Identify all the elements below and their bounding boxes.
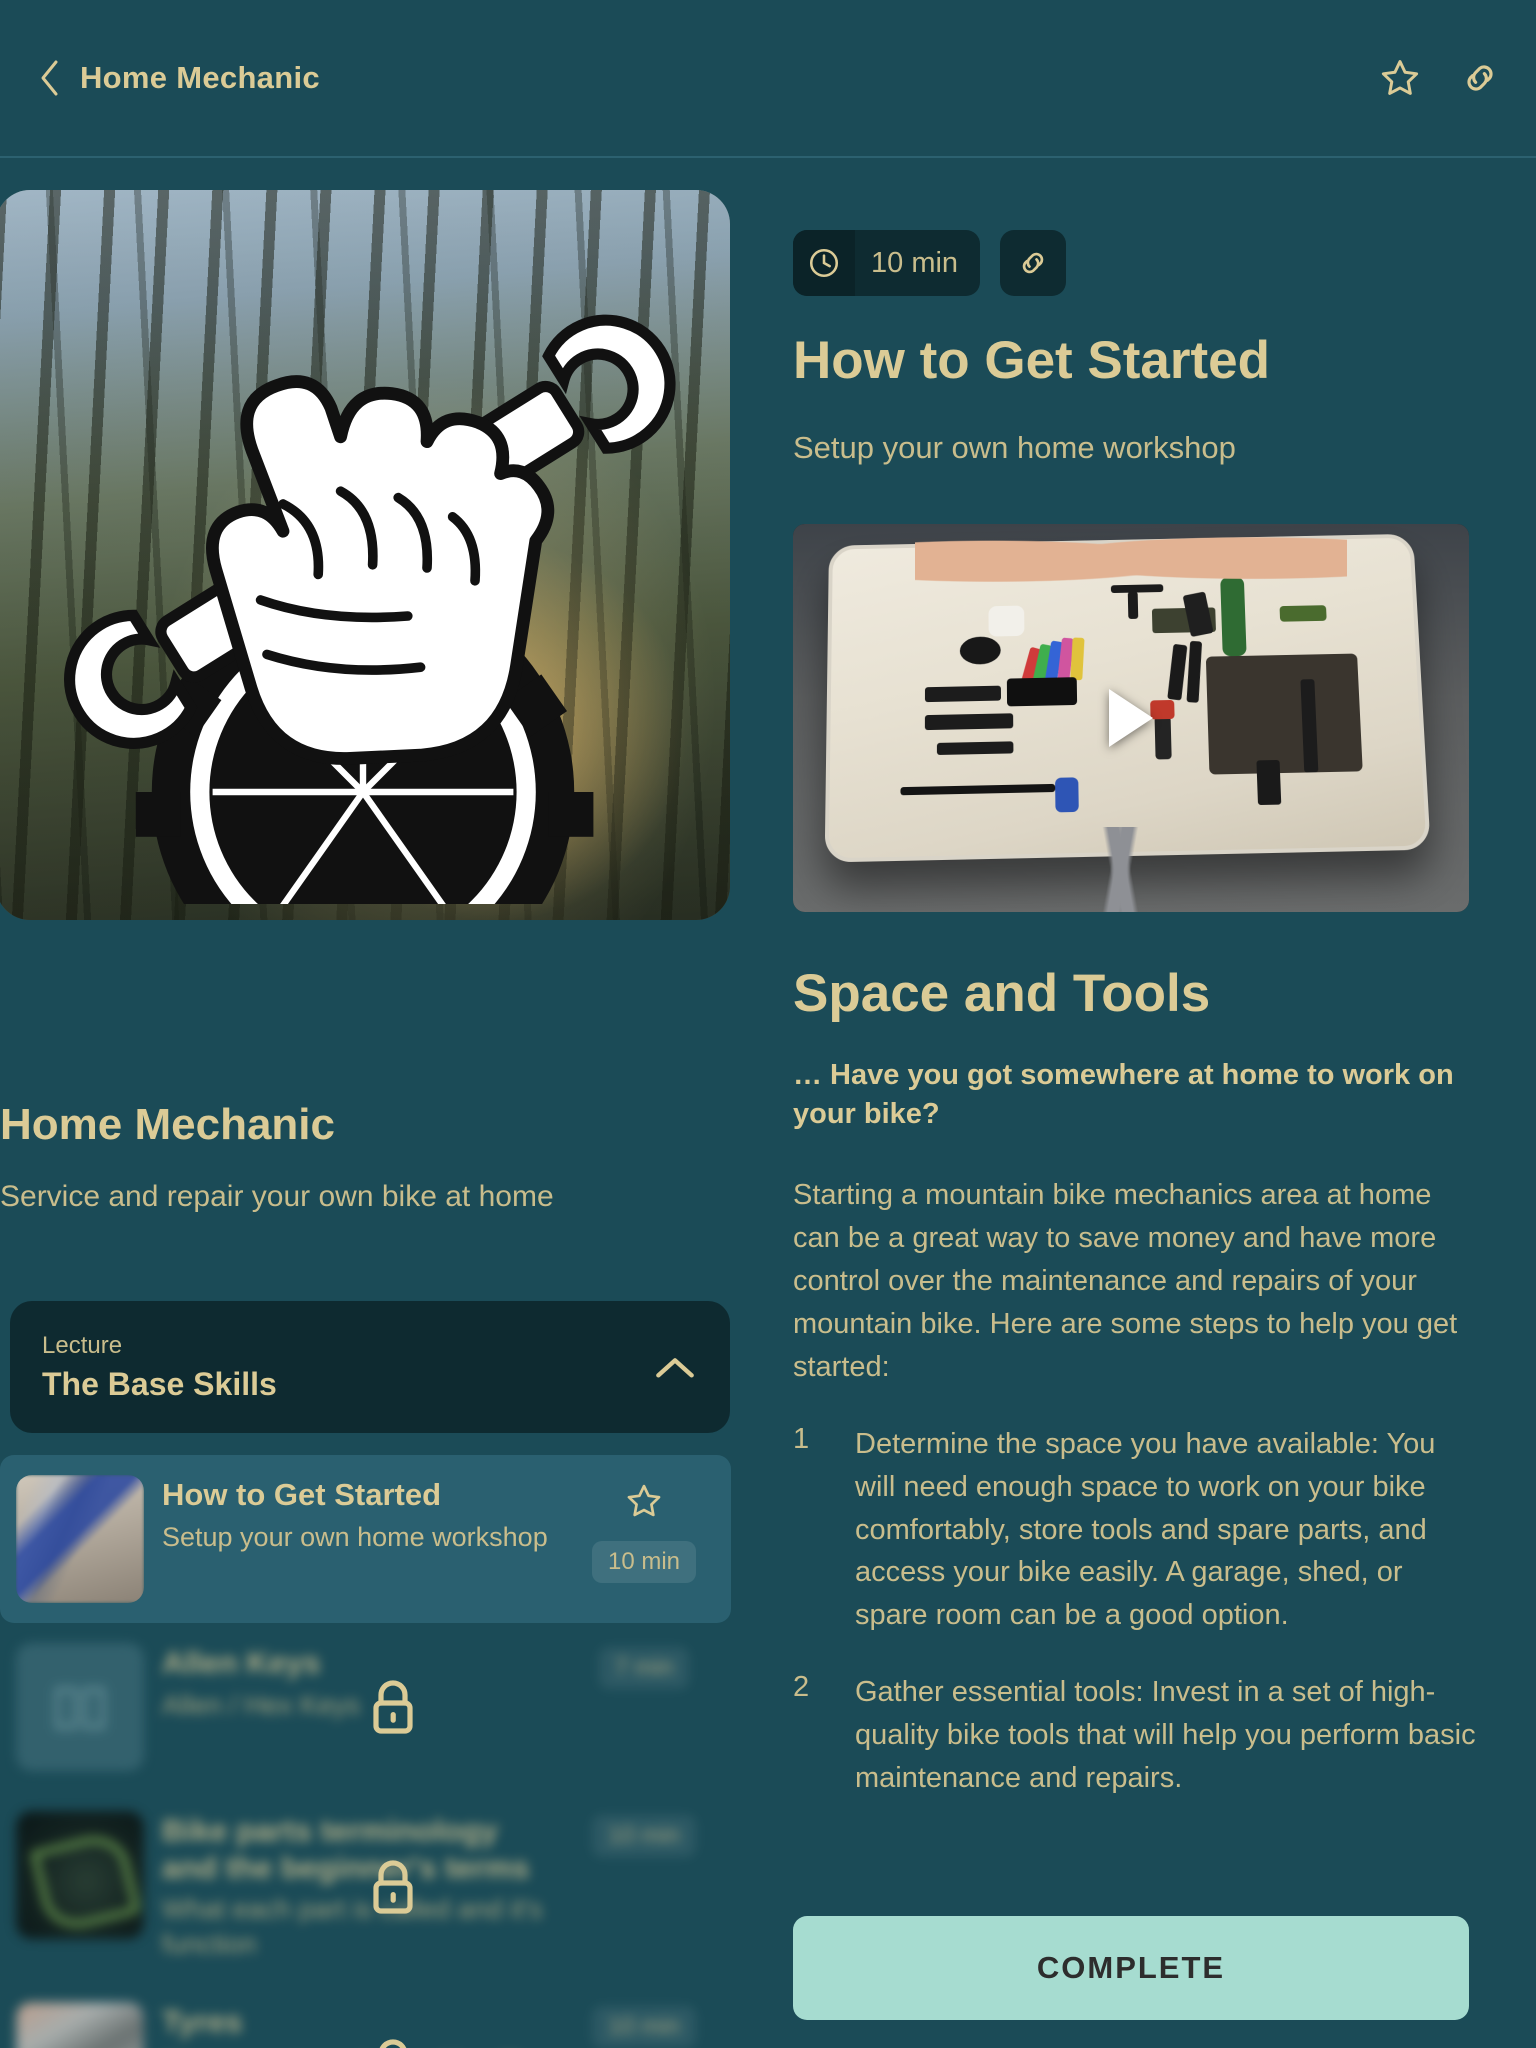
lesson-meta-group: 10 min — [579, 1475, 709, 1583]
video-tool — [1220, 576, 1247, 657]
lesson-thumbnail — [16, 1811, 144, 1939]
fist-wrench-cog-artwork — [43, 264, 683, 905]
lesson-meta-group: 10 min — [579, 2002, 709, 2048]
lesson-text-group: Bike parts terminology and the beginner'… — [162, 1811, 561, 1962]
lesson-scroll-area[interactable]: 10 min How to Get Started Setup your own… — [731, 158, 1536, 1898]
lesson-text-group: How to Get Started Setup your own home w… — [162, 1475, 561, 1555]
video-tool — [1255, 760, 1282, 805]
lesson-description: Allen / Hex Keys — [162, 1689, 361, 1720]
list-item[interactable]: How to Get Started Setup your own home w… — [0, 1455, 731, 1623]
video-tool — [1069, 637, 1084, 681]
lesson-thumbnail — [16, 1475, 144, 1603]
page-title: Home Mechanic — [80, 60, 320, 95]
lesson-thumbnail — [16, 1643, 144, 1771]
video-table-legs — [874, 826, 1388, 913]
lesson-duration: 10 min — [591, 2006, 697, 2048]
section-heading: Space and Tools — [793, 964, 1211, 1024]
lesson-thumbnail — [16, 2002, 144, 2048]
list-item-wrapper: Tyres Keep your tyres in good health 10 … — [0, 1982, 731, 2048]
video-tool — [1205, 653, 1363, 775]
topbar-left-group: Home Mechanic — [0, 58, 320, 98]
section-paragraph: Starting a mountain bike mechanics area … — [793, 1179, 1458, 1383]
lecture-name: The Base Skills — [42, 1365, 277, 1402]
lesson-title: Allen Keys — [162, 1645, 321, 1680]
clock-icon — [793, 230, 855, 296]
complete-button[interactable]: COMPLETE — [793, 1916, 1469, 2020]
content-split: Home Mechanic Service and repair your ow… — [0, 158, 1536, 2048]
chevron-up-icon[interactable] — [652, 1344, 698, 1390]
top-app-bar: Home Mechanic — [0, 0, 1536, 158]
video-tool — [959, 636, 1001, 665]
lesson-meta-group: 10 min — [579, 1811, 709, 1857]
course-subtitle: Service and repair your own bike at home — [0, 1180, 554, 1213]
video-tool — [1154, 715, 1172, 760]
video-tool — [1167, 644, 1188, 701]
video-tool — [988, 605, 1024, 637]
lesson-duration: 10 min — [591, 1815, 697, 1857]
lesson-duration: 10 min — [591, 1541, 697, 1583]
lesson-text-group: Tyres Keep your tyres in good health — [162, 2002, 561, 2048]
bike-photo — [16, 1811, 144, 1939]
book-icon — [16, 1643, 144, 1771]
lesson-list: How to Get Started Setup your own home w… — [0, 1455, 731, 2048]
video-tool — [924, 685, 1001, 703]
video-tool — [1186, 641, 1202, 704]
lecture-section-header[interactable]: Lecture The Base Skills — [10, 1301, 730, 1433]
video-hands — [914, 524, 1348, 587]
lesson-duration: 7 min — [598, 1647, 690, 1689]
list-item[interactable]: Tyres Keep your tyres in good health 10 … — [0, 1982, 731, 2048]
video-tool — [1279, 605, 1327, 622]
lesson-video-player[interactable] — [793, 524, 1469, 913]
video-tool — [1127, 591, 1138, 619]
lesson-meta-row: 10 min — [793, 158, 1484, 296]
lesson-title: How to Get Started — [162, 1477, 442, 1512]
video-tool — [1150, 700, 1175, 720]
video-tool — [924, 712, 1013, 731]
star-icon[interactable] — [1378, 56, 1422, 100]
list-item[interactable]: Allen Keys Allen / Hex Keys 7 min — [0, 1623, 731, 1791]
lesson-meta-group: 7 min — [579, 1643, 709, 1689]
lesson-duration-chip[interactable]: 10 min — [793, 230, 981, 296]
app-root: Home Mechanic Home Mechanic Service and … — [0, 0, 1536, 2048]
link-icon[interactable] — [1000, 230, 1067, 296]
lesson-detail-panel: 10 min How to Get Started Setup your own… — [731, 158, 1536, 2048]
list-item: 1 Determine the space you have available… — [793, 1423, 1483, 1638]
lesson-title: Bike parts terminology and the beginner'… — [162, 1813, 530, 1885]
topbar-actions — [1378, 56, 1502, 100]
lesson-heading: How to Get Started — [793, 331, 1271, 390]
lesson-duration-text: 10 min — [871, 246, 959, 279]
lesson-title: Tyres — [162, 2004, 243, 2040]
chevron-left-icon[interactable] — [34, 58, 64, 98]
section-question: … Have you got somewhere at home to work… — [793, 1059, 1454, 1131]
step-number: 1 — [793, 1422, 810, 1455]
play-icon[interactable] — [1109, 689, 1153, 748]
steps-list: 1 Determine the space you have available… — [793, 1423, 1484, 1800]
course-hero-image — [0, 190, 730, 920]
lesson-subheading: Setup your own home workshop — [793, 430, 1236, 466]
link-icon[interactable] — [1458, 56, 1502, 100]
list-item[interactable]: Bike parts terminology and the beginner'… — [0, 1791, 731, 1982]
list-item: 2 Gather essential tools: Invest in a se… — [793, 1671, 1483, 1800]
tyre-photo — [16, 2002, 144, 2048]
lesson-description: Setup your own home workshop — [162, 1521, 548, 1552]
step-text: Determine the space you have available: … — [855, 1427, 1436, 1632]
video-tool — [1006, 677, 1078, 707]
course-sidebar: Home Mechanic Service and repair your ow… — [0, 158, 731, 2048]
star-icon[interactable] — [622, 1479, 666, 1523]
step-number: 2 — [793, 1671, 810, 1704]
lecture-label-group: Lecture The Base Skills — [42, 1332, 652, 1403]
video-tool — [1054, 776, 1080, 813]
tools-photo — [16, 1475, 144, 1603]
step-text: Gather essential tools: Invest in a set … — [855, 1676, 1476, 1795]
video-tool — [900, 783, 1056, 795]
lecture-kicker: Lecture — [42, 1331, 123, 1359]
lesson-description: What each part is called and it's functi… — [162, 1894, 543, 1960]
list-item-wrapper: Bike parts terminology and the beginner'… — [0, 1791, 731, 1982]
list-item-wrapper: Allen Keys Allen / Hex Keys 7 min — [0, 1623, 731, 1791]
course-title: Home Mechanic — [0, 1100, 335, 1149]
video-tool — [936, 740, 1014, 755]
lesson-text-group: Allen Keys Allen / Hex Keys — [162, 1643, 561, 1723]
